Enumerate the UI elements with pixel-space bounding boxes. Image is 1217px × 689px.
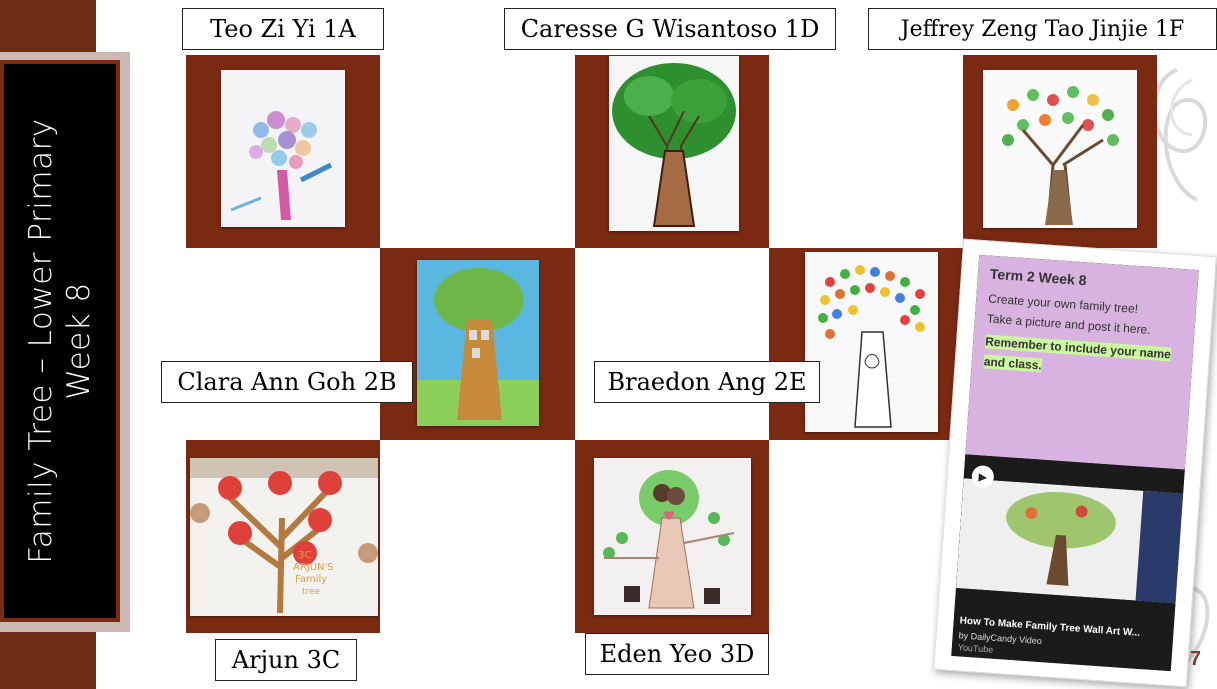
slide-title-line2: Week 8 (61, 282, 97, 400)
slide-number: 7 (1189, 648, 1201, 670)
padlet-instructions: Term 2 Week 8 Create your own family tre… (965, 254, 1199, 470)
arjun-drawing-text-1: 3C (298, 550, 311, 561)
slide-title-line1: Family Tree – Lower Primary (23, 118, 59, 564)
name-label-teo: Teo Zi Yi 1A (182, 8, 384, 50)
padlet-content: Term 2 Week 8 Create your own family tre… (951, 254, 1199, 672)
artwork-jeffrey[interactable] (983, 70, 1137, 228)
artwork-caresse[interactable] (609, 56, 739, 231)
arjun-drawing-text-2: ARJUN'S (293, 562, 334, 573)
video-thumbnail[interactable]: ▶ How To Make Family Tree Wall Art W... … (951, 454, 1185, 672)
name-label-clara: Clara Ann Goh 2B (161, 361, 413, 403)
name-label-jeffrey: Jeffrey Zeng Tao Jinjie 1F (868, 8, 1217, 50)
name-label-caresse: Caresse G Wisantoso 1D (504, 8, 836, 50)
padlet-card[interactable]: Term 2 Week 8 Create your own family tre… (933, 238, 1217, 688)
artwork-teo[interactable] (221, 70, 345, 227)
artwork-eden[interactable] (594, 458, 751, 615)
name-label-eden: Eden Yeo 3D (585, 633, 769, 675)
artwork-clara[interactable] (417, 260, 539, 426)
name-label-arjun: Arjun 3C (215, 639, 357, 681)
slide-title: Family Tree – Lower Primary Week 8 (22, 61, 98, 621)
video-source: YouTube (957, 642, 994, 655)
artwork-braedon[interactable] (805, 252, 938, 432)
padlet-heading: Term 2 Week 8 (989, 265, 1088, 289)
arjun-drawing-text-4: tree (302, 587, 321, 597)
artwork-arjun[interactable]: 3C ARJUN'S Family tree (190, 458, 378, 616)
padlet-highlight: Remember to include your name and class. (983, 334, 1172, 373)
arjun-drawing-text-3: Family (295, 574, 327, 585)
video-preview-image (955, 478, 1184, 604)
name-label-braedon: Braedon Ang 2E (594, 361, 820, 403)
